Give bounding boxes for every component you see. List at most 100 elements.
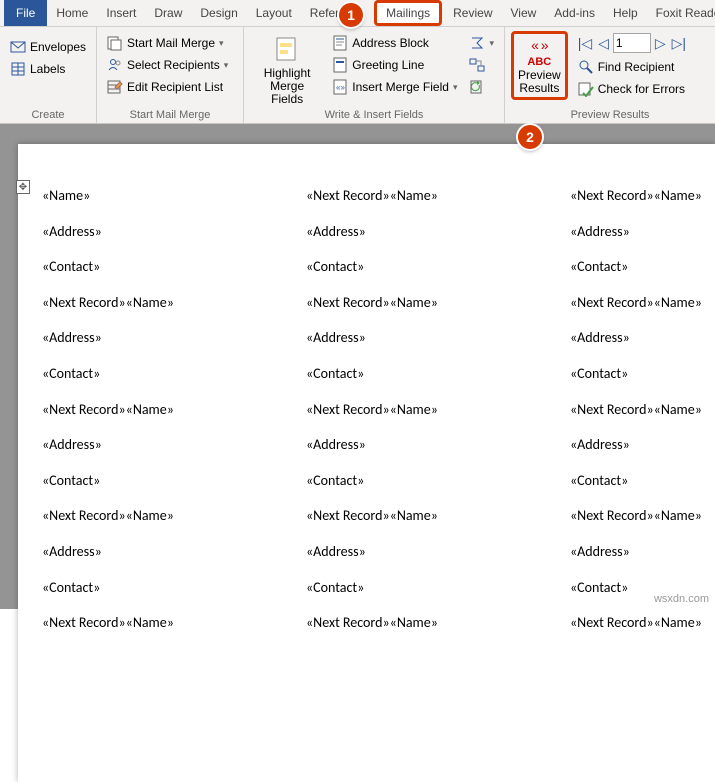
field-contact: «Contact» <box>42 471 294 491</box>
edit-recipient-list-label: Edit Recipient List <box>127 80 223 94</box>
field-next-name: «Next Record»«Name» <box>42 400 294 420</box>
labels-icon <box>10 61 26 77</box>
address-block-label: Address Block <box>352 36 429 50</box>
field-contact: «Contact» <box>570 364 715 384</box>
highlight-icon <box>271 33 303 65</box>
preview-results-icon: « » <box>523 36 555 54</box>
field-contact: «Contact» <box>570 257 715 277</box>
field-address: «Address» <box>42 542 294 562</box>
field-contact: «Contact» <box>306 257 558 277</box>
edit-recipient-list-button[interactable]: Edit Recipient List <box>103 77 232 97</box>
field-next-name: «Next Record»«Name» <box>42 506 294 526</box>
highlight-merge-fields-button[interactable]: Highlight Merge Fields <box>248 29 326 106</box>
tab-design[interactable]: Design <box>191 0 246 26</box>
label-cell: «Next Record»«Name» «Address» «Contact» … <box>564 182 715 649</box>
tab-review[interactable]: Review <box>444 0 501 26</box>
tab-draw[interactable]: Draw <box>145 0 191 26</box>
field-address: «Address» <box>42 222 294 242</box>
greeting-icon <box>332 57 348 73</box>
find-recipient-label: Find Recipient <box>598 60 675 74</box>
group-startmm-label: Start Mail Merge <box>101 108 239 123</box>
ribbon-tabs: File Home Insert Draw Design Layout Refe… <box>0 0 715 27</box>
preview-label-2: Results <box>519 82 559 95</box>
watermark: wsxdn.com <box>654 593 709 605</box>
last-record-button[interactable]: ▷| <box>670 35 688 52</box>
table-anchor-icon[interactable]: ✥ <box>16 180 30 194</box>
rules-icon <box>469 35 485 51</box>
field-name: «Name» <box>42 186 294 206</box>
group-write-label: Write & Insert Fields <box>248 108 500 123</box>
envelopes-button[interactable]: Envelopes <box>6 37 90 57</box>
edit-list-icon <box>107 79 123 95</box>
ribbon: Envelopes Labels Create Start Mail M <box>0 27 715 124</box>
rules-button[interactable] <box>465 33 498 53</box>
tab-help[interactable]: Help <box>604 0 647 26</box>
field-next-name: «Next Record»«Name» <box>570 613 715 633</box>
labels-label: Labels <box>30 62 65 76</box>
preview-results-button[interactable]: « » ABC Preview Results <box>511 31 568 100</box>
highlight-label-2: Merge Fields <box>254 80 320 106</box>
record-number-input[interactable] <box>613 33 651 53</box>
label-grid: «Name» «Address» «Contact» «Next Record»… <box>18 182 715 649</box>
envelopes-label: Envelopes <box>30 40 86 54</box>
insert-merge-field-label: Insert Merge Field <box>352 80 449 94</box>
label-cell: «Name» «Address» «Contact» «Next Record»… <box>36 182 300 649</box>
envelope-icon <box>10 39 26 55</box>
update-labels-button[interactable] <box>465 77 498 97</box>
field-address: «Address» <box>570 542 715 562</box>
field-next-name: «Next Record»«Name» <box>306 613 558 633</box>
check-icon <box>578 81 594 97</box>
field-next-name: «Next Record»«Name» <box>42 293 294 313</box>
start-mail-merge-button[interactable]: Start Mail Merge <box>103 33 232 53</box>
check-errors-label: Check for Errors <box>598 82 685 96</box>
tab-foxit[interactable]: Foxit Reader PD <box>647 0 715 26</box>
address-block-button[interactable]: Address Block <box>328 33 461 53</box>
field-contact: «Contact» <box>306 364 558 384</box>
greeting-line-button[interactable]: Greeting Line <box>328 55 461 75</box>
field-next-name: «Next Record»«Name» <box>570 293 715 313</box>
address-block-icon <box>332 35 348 51</box>
tab-file[interactable]: File <box>4 0 47 26</box>
page: ✥ «Name» «Address» «Contact» «Next Recor… <box>18 144 715 782</box>
prev-record-button[interactable]: ◁ <box>596 35 611 52</box>
group-preview: « » ABC Preview Results |◁ ◁ ▷ ▷| <box>505 27 715 123</box>
next-record-button[interactable]: ▷ <box>653 35 668 52</box>
group-create-label: Create <box>4 108 92 123</box>
field-next-name: «Next Record»«Name» <box>42 613 294 633</box>
field-address: «Address» <box>306 328 558 348</box>
find-recipient-button[interactable]: Find Recipient <box>574 57 690 77</box>
field-contact: «Contact» <box>570 471 715 491</box>
select-recipients-button[interactable]: Select Recipients <box>103 55 232 75</box>
field-address: «Address» <box>306 542 558 562</box>
search-icon <box>578 59 594 75</box>
field-next-name: «Next Record»«Name» <box>306 400 558 420</box>
first-record-button[interactable]: |◁ <box>576 35 594 52</box>
check-errors-button[interactable]: Check for Errors <box>574 79 690 99</box>
record-navigator: |◁ ◁ ▷ ▷| <box>574 31 690 55</box>
field-next-name: «Next Record»«Name» <box>306 506 558 526</box>
update-icon <box>469 79 485 95</box>
labels-button[interactable]: Labels <box>6 59 90 79</box>
match-icon <box>469 57 485 73</box>
field-contact: «Contact» <box>306 578 558 598</box>
svg-text:«»: «» <box>336 83 345 92</box>
tab-mailings[interactable]: Mailings <box>374 0 442 26</box>
tab-addins[interactable]: Add-ins <box>545 0 604 26</box>
field-address: «Address» <box>570 222 715 242</box>
field-next-name: «Next Record»«Name» <box>570 506 715 526</box>
label-cell: «Next Record»«Name» «Address» «Contact» … <box>300 182 564 649</box>
field-next-name: «Next Record»«Name» <box>306 186 558 206</box>
field-address: «Address» <box>42 435 294 455</box>
field-contact: «Contact» <box>42 364 294 384</box>
insert-merge-field-button[interactable]: «» Insert Merge Field <box>328 77 461 97</box>
tab-insert[interactable]: Insert <box>97 0 145 26</box>
field-next-name: «Next Record»«Name» <box>570 400 715 420</box>
field-address: «Address» <box>306 222 558 242</box>
match-fields-button[interactable] <box>465 55 498 75</box>
tab-home[interactable]: Home <box>47 0 97 26</box>
group-write: Highlight Merge Fields Address Block Gre… <box>244 27 505 123</box>
tab-layout[interactable]: Layout <box>247 0 301 26</box>
tab-view[interactable]: View <box>502 0 546 26</box>
field-address: «Address» <box>570 435 715 455</box>
group-create: Envelopes Labels Create <box>0 27 97 123</box>
